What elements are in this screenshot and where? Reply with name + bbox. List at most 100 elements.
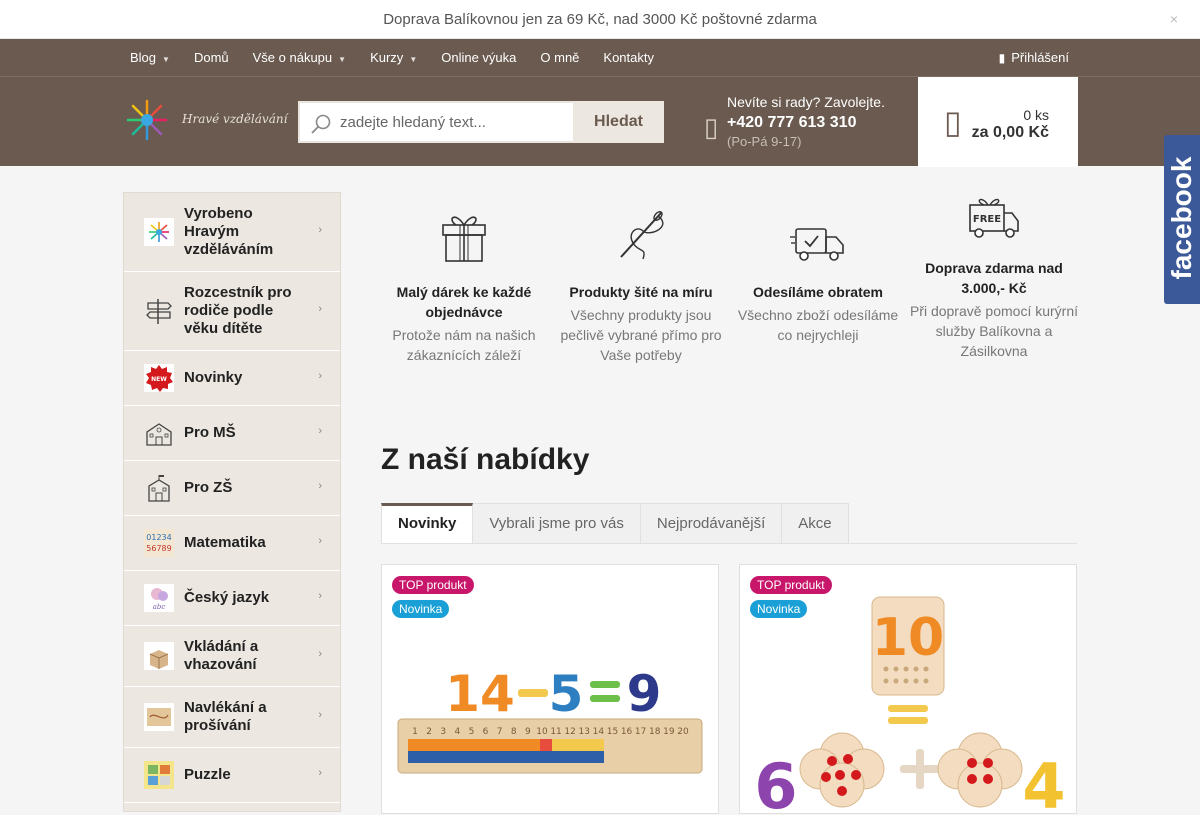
nav-item-home[interactable]: Domů	[182, 39, 241, 78]
chevron-right-icon: ›	[318, 535, 322, 547]
nav-item-online-teaching[interactable]: Online výuka	[429, 39, 528, 78]
ruler-number: 8	[511, 727, 517, 737]
category-item[interactable]: NEW Novinky ›	[124, 351, 340, 406]
ruler-number: 10	[536, 727, 548, 737]
benefit-description: Při dopravě pomocí kurýrní služby Balíko…	[909, 303, 1079, 359]
category-item[interactable]: Rozcestník pro rodiče podle věku dítěte …	[124, 272, 340, 351]
close-icon[interactable]: ×	[1170, 0, 1178, 39]
user-icon: ▮	[998, 51, 1006, 65]
nav-item-courses[interactable]: Kurzy ▼	[358, 39, 429, 78]
search-form: Hledat	[298, 101, 664, 143]
new-badge: Novinka	[392, 600, 450, 618]
chevron-down-icon: ▼	[162, 55, 170, 64]
category-label: Rozcestník pro rodiče podle věku dítěte	[184, 284, 292, 337]
top-product-badge: TOP produkt	[392, 576, 474, 594]
top-product-badge: TOP produkt	[750, 576, 832, 594]
equation-operand: 4	[1022, 750, 1065, 815]
category-item[interactable]: Vyrobeno Hravým vzděláváním ›	[124, 193, 340, 272]
equation-result: 9	[627, 665, 662, 723]
ruler-number: 6	[483, 727, 489, 737]
chevron-right-icon: ›	[318, 370, 322, 382]
benefit-title: Produkty šité na míru	[569, 284, 713, 300]
product-tabs: Novinky Vybrali jsme pro vás Nejprodávan…	[381, 503, 1077, 544]
category-item[interactable]: Vkládání a vhazování ›	[124, 626, 340, 687]
category-label: Puzzle	[184, 766, 231, 783]
cart-total: za 0,00 Kč	[971, 124, 1049, 141]
equation-operand: 5	[549, 665, 584, 723]
puzzle-icon	[144, 761, 174, 789]
category-item[interactable]: 01234 56789 Matematika ›	[124, 516, 340, 571]
cart-widget[interactable]: ▯ 0 ks za 0,00 Kč	[918, 77, 1078, 167]
svg-text:abc: abc	[153, 603, 166, 611]
equation-operand: 14	[445, 665, 515, 723]
logo-text: Hravé vzdělávání	[182, 112, 288, 126]
site-header: Hravé vzdělávání Hledat ▯ Nevíte si rady…	[0, 76, 1200, 167]
category-item[interactable]: Navlékání a prošívání ›	[124, 687, 340, 748]
ruler-number: 12	[564, 727, 575, 737]
category-label: Pro ZŠ	[184, 479, 233, 496]
svg-text:01234: 01234	[146, 533, 171, 542]
facebook-widget-tab[interactable]: facebook	[1164, 135, 1200, 304]
ruler-number: 7	[497, 727, 503, 737]
chevron-right-icon: ›	[318, 709, 322, 721]
tab-recommended[interactable]: Vybrali jsme pro vás	[473, 503, 641, 544]
facebook-label: facebook	[1166, 156, 1197, 280]
category-label: Český jazyk	[184, 589, 270, 606]
box-icon	[144, 642, 174, 670]
phone-number[interactable]: +420 777 613 310	[727, 114, 885, 132]
search-button[interactable]: Hledat	[573, 101, 664, 143]
product-card[interactable]: TOP produkt Novinka 14 5 9 1 2 3 4 5 6 7 8 9 10 11…	[381, 564, 719, 814]
site-logo[interactable]: Hravé vzdělávání	[123, 97, 287, 143]
category-label: Vkládání a vhazování	[184, 638, 259, 673]
free-delivery-icon: FREE	[906, 190, 1082, 246]
flower-counting-image: 10 6 4	[754, 596, 1066, 815]
ruler-number: 15	[607, 727, 618, 737]
numbers-icon: 01234 56789	[144, 529, 174, 557]
nav-item-blog[interactable]: Blog ▼	[118, 39, 182, 78]
nav-item-about[interactable]: O mně	[528, 39, 591, 78]
benefit-description: Protože nám na našich zákaznících záleží	[392, 327, 536, 363]
counting-board-image: 14 5 9 1 2 3 4 5 6 7 8 9 10 11 12 13 14 15 16 17 18 19 20	[397, 665, 703, 774]
category-item[interactable]: Pro MŠ ›	[124, 406, 340, 461]
school-icon	[146, 423, 172, 446]
contact-question: Nevíte si rady? Zavolejte.	[727, 94, 885, 110]
equation-result: 10	[872, 608, 944, 668]
cart-count: 0 ks	[1023, 107, 1049, 123]
tab-sale[interactable]: Akce	[782, 503, 849, 544]
benefit-title: Odesíláme obratem	[753, 284, 883, 300]
category-item[interactable]: Pro ZŠ ›	[124, 461, 340, 516]
svg-text:56789: 56789	[146, 544, 171, 553]
category-item[interactable]: Puzzle ›	[124, 748, 340, 803]
nav-item-contacts[interactable]: Kontakty	[591, 39, 666, 78]
chevron-right-icon: ›	[318, 425, 322, 437]
search-input[interactable]	[340, 103, 570, 141]
search-field	[298, 101, 574, 143]
benefit-item: FREE Doprava zdarma nad 3.000,- Kč Při d…	[906, 190, 1082, 361]
tab-novinky[interactable]: Novinky	[381, 503, 474, 544]
chevron-down-icon: ▼	[338, 55, 347, 64]
category-item[interactable]: abc Český jazyk ›	[124, 571, 340, 626]
nav-item-shopping-info[interactable]: Vše o nákupu ▼	[241, 39, 358, 78]
lacing-icon	[144, 703, 174, 731]
ruler-number: 5	[469, 727, 475, 737]
ruler-number: 19	[663, 727, 675, 737]
chevron-right-icon: ›	[318, 767, 322, 779]
benefit-item: Produkty šité na míru Všechny produkty j…	[553, 200, 729, 365]
product-card[interactable]: TOP produkt Novinka 10 6 4	[739, 564, 1077, 815]
new-badge-icon: NEW	[144, 364, 174, 392]
ruler-number: 4	[454, 727, 460, 737]
ruler-number: 17	[635, 727, 646, 737]
category-label: Pro MŠ	[184, 424, 236, 441]
logo-icon	[126, 99, 168, 141]
chevron-right-icon: ›	[318, 303, 322, 315]
equation-operand: 6	[754, 750, 797, 815]
svg-text:NEW: NEW	[151, 376, 167, 383]
chevron-right-icon: ›	[318, 648, 322, 660]
benefit-title: Doprava zdarma nad 3.000,- Kč	[925, 260, 1063, 296]
tab-bestsellers[interactable]: Nejprodávanější	[640, 503, 783, 544]
category-sidebar: Vyrobeno Hravým vzděláváním › Rozcestník…	[123, 192, 341, 812]
login-link[interactable]: ▮ Přihlášení	[999, 39, 1069, 77]
svg-text:FREE: FREE	[973, 214, 1001, 225]
needle-icon	[553, 200, 729, 270]
section-title: Z naší nabídky	[381, 443, 590, 476]
